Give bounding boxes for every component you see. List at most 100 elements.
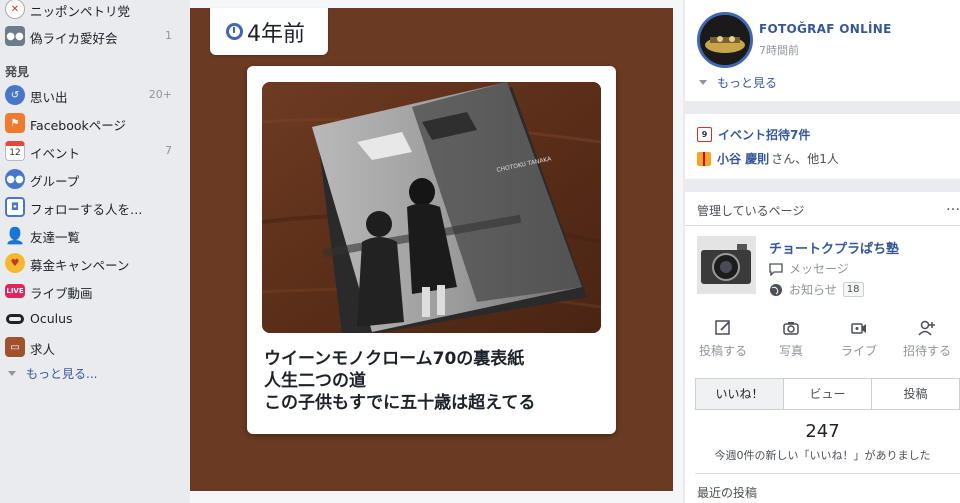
friends-icon: 👤 [5, 225, 25, 245]
caption-line: ウイーンモノクローム70の裏表紙 [264, 349, 525, 369]
sidebar-item-label: イベント [30, 146, 81, 161]
page-post-panel: FOTOĞRAF ONLİNE 7時間前 もっと見る [685, 0, 960, 101]
live-icon: LIVE [5, 284, 25, 298]
managed-pages-panel: 管理しているページ … チョートクプラぱち塾 メッセージ お知らせ 18 投稿す… [685, 192, 960, 503]
see-more-button[interactable]: もっと見る [699, 74, 777, 91]
photo-button[interactable]: 写真 [757, 318, 825, 359]
managed-page-name-link[interactable]: チョートクプラぱち塾 [769, 238, 899, 257]
sidebar-item-oculus[interactable]: Oculus [0, 306, 190, 332]
sidebar-item-label: ニッポンペトリ党 [30, 4, 131, 19]
see-more-label: もっと見る [717, 76, 778, 90]
recent-posts-header: 最近の投稿 [697, 486, 758, 500]
add-person-icon [918, 320, 935, 336]
group-icon: ●● [5, 26, 25, 46]
caption-line: この子供もすでに五十歳は超えてる [264, 393, 536, 413]
managed-pages-header: 管理しているページ [697, 204, 805, 218]
calendar-icon: 12 [5, 141, 25, 161]
chevron-down-icon [8, 371, 16, 376]
notifications-link[interactable]: お知らせ 18 [769, 281, 864, 298]
sidebar-item-label: グループ [30, 174, 80, 189]
sidebar-item-label: 募金キャンペーン [30, 258, 130, 273]
messages-link[interactable]: メッセージ [769, 260, 849, 277]
sidebar-item-live[interactable]: LIVE ライブ動画 [0, 278, 190, 304]
managed-page-thumbnail[interactable] [697, 236, 756, 294]
birthday-suffix: さん、他1人 [771, 152, 839, 166]
birthdays-row[interactable]: 小谷 慶則 さん、他1人 [697, 150, 839, 167]
sidebar-item-label: Facebookページ [30, 118, 126, 133]
page-avatar[interactable] [697, 12, 753, 68]
more-options-icon[interactable]: … [946, 198, 960, 214]
sidebar-see-more[interactable]: もっと見る... [8, 365, 97, 382]
sidebar-item-group-2[interactable]: ●● 偽ライカ愛好会 1 [0, 23, 190, 49]
event-invites-label: イベント招待7件 [718, 128, 811, 142]
video-icon [851, 323, 866, 334]
sidebar-item-label: 求人 [30, 342, 56, 357]
tab-likes[interactable]: いいね！ [696, 379, 784, 409]
sidebar-item-label: フォローする人を… [30, 202, 143, 217]
book-cover-photo: CHOTOKU TANAKA [262, 82, 601, 333]
avatar-image [700, 15, 750, 65]
memory-post[interactable]: 4年前 CHOTOKU TANAKA ウイーンモノクローム70の裏表紙 人生二つ… [190, 8, 673, 491]
page-actions: 投稿する 写真 ライブ 招待する [685, 318, 960, 358]
sidebar-item-group-1[interactable]: ✕ ニッポンペトリ党 [0, 0, 190, 22]
flag-icon: ⚑ [5, 113, 25, 133]
sidebar-item-count: 20+ [148, 88, 172, 101]
memory-badge: 4年前 [210, 8, 328, 55]
event-invites-link[interactable]: 9 イベント招待7件 [697, 126, 810, 143]
memory-years-ago: 4年前 [247, 21, 305, 47]
tab-views[interactable]: ビュー [784, 379, 872, 409]
action-label: ライブ [840, 344, 877, 358]
left-sidebar: ✕ ニッポンペトリ党 ●● 偽ライカ愛好会 1 発見 ↺ 思い出 20+ ⚑ F… [0, 0, 190, 503]
likes-note: 今週0件の新しい「いいね！」がありました [714, 449, 931, 462]
caption-line: 人生二つの道 [264, 371, 366, 391]
sidebar-item-friends[interactable]: 👤 友達一覧 [0, 222, 190, 248]
briefcase-icon: ▭ [5, 337, 25, 357]
sidebar-item-jobs[interactable]: ▭ 求人 [0, 334, 190, 360]
memories-icon: ↺ [5, 85, 25, 105]
sidebar-item-label: ライブ動画 [30, 286, 93, 301]
oculus-icon [5, 309, 25, 329]
likes-count: 247 [805, 421, 840, 442]
sidebar-item-events[interactable]: 12 イベント 7 [0, 138, 190, 164]
right-rail: FOTOĞRAF ONLİNE 7時間前 もっと見る 9 イベント招待7件 小谷… [683, 0, 960, 503]
birthday-name-link[interactable]: 小谷 慶則 [717, 150, 769, 167]
camera-photo [697, 236, 756, 294]
memory-photo[interactable]: CHOTOKU TANAKA [262, 82, 601, 333]
invite-button[interactable]: 招待する [893, 318, 960, 359]
sidebar-item-label: Oculus [30, 311, 73, 326]
memory-card[interactable]: CHOTOKU TANAKA ウイーンモノクローム70の裏表紙 人生二つの道 こ… [247, 66, 616, 434]
calendar-icon: 9 [697, 127, 712, 142]
action-label: 招待する [902, 344, 951, 358]
live-button[interactable]: ライブ [825, 318, 893, 359]
sidebar-item-follow[interactable]: ◘ フォローする人を… [0, 194, 190, 220]
notifications-count-badge: 18 [842, 282, 864, 297]
globe-icon [770, 283, 782, 296]
action-label: 写真 [778, 344, 803, 358]
follow-icon: ◘ [5, 197, 25, 217]
tab-posts[interactable]: 投稿 [872, 379, 959, 409]
sidebar-item-memories[interactable]: ↺ 思い出 20+ [0, 82, 190, 108]
divider [695, 473, 960, 474]
memories-clock-icon [226, 23, 243, 40]
sidebar-item-pages[interactable]: ⚑ Facebookページ [0, 110, 190, 136]
sidebar-item-groups[interactable]: ●● グループ [0, 166, 190, 192]
edit-icon [715, 320, 730, 335]
sidebar-item-count: 7 [165, 144, 172, 157]
publish-button[interactable]: 投稿する [689, 318, 757, 359]
memory-caption: ウイーンモノクローム70の裏表紙 人生二つの道 この子供もすでに五十歳は超えてる [264, 348, 604, 414]
gift-icon [697, 151, 711, 166]
action-label: 投稿する [698, 344, 747, 358]
camera-icon [783, 322, 799, 335]
sidebar-section-title: 発見 [5, 65, 30, 79]
sidebar-item-label: 思い出 [30, 90, 68, 105]
post-timestamp[interactable]: 7時間前 [759, 42, 799, 58]
sidebar-item-fundraisers[interactable]: ♥ 募金キャンペーン [0, 250, 190, 276]
chevron-down-icon [699, 80, 707, 85]
page-name-link[interactable]: FOTOĞRAF ONLİNE [759, 22, 892, 36]
baseball-icon: ✕ [5, 0, 25, 19]
insights-tabs: いいね！ ビュー 投稿 [695, 378, 960, 410]
sidebar-item-count: 1 [165, 29, 172, 42]
messages-label: メッセージ [789, 262, 849, 276]
divider [685, 225, 960, 226]
groups-icon: ●● [5, 169, 25, 189]
